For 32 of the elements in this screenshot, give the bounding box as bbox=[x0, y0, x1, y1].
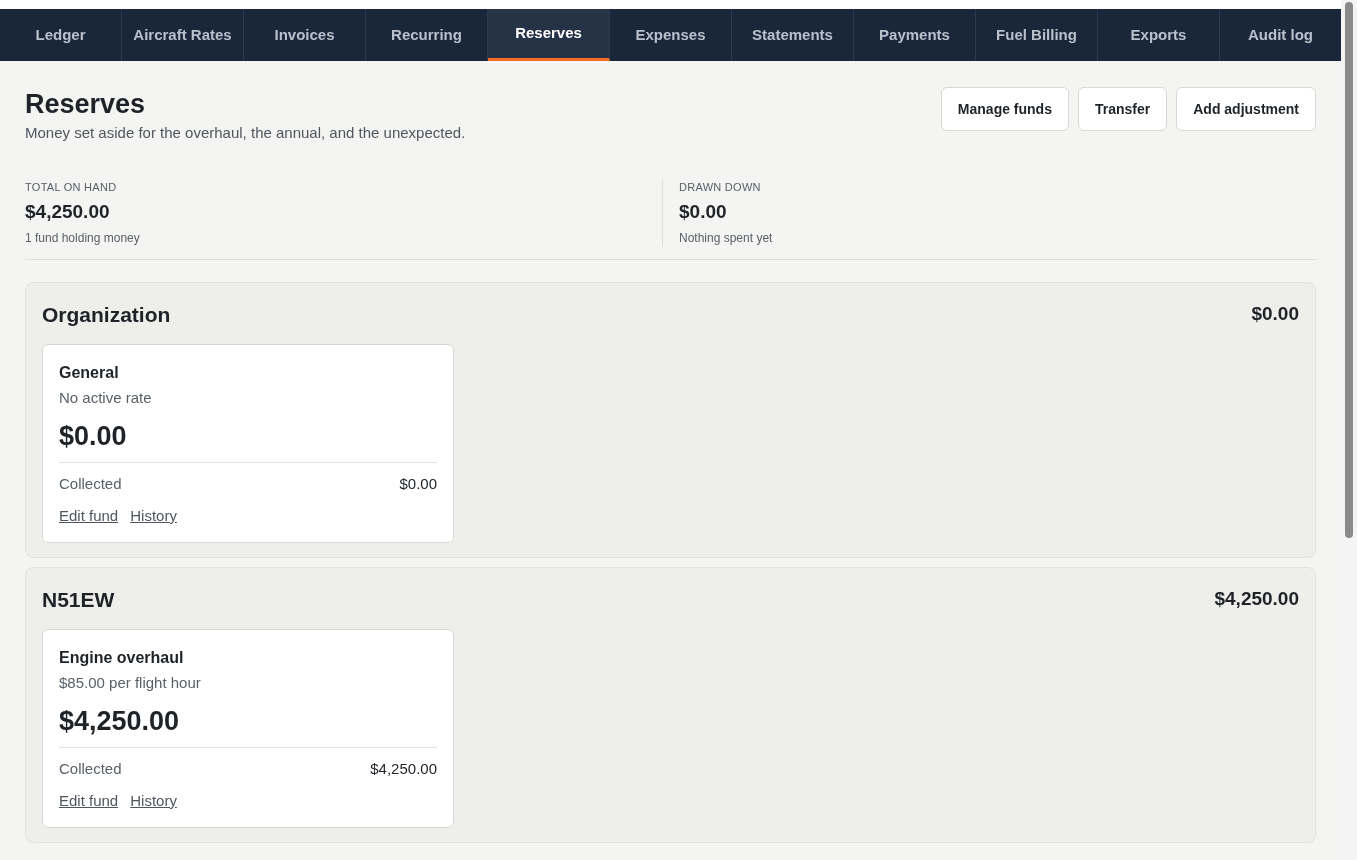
fund-name: General bbox=[59, 363, 120, 383]
fund-link[interactable]: Edit fund bbox=[59, 790, 119, 813]
fund-name: Engine overhaul bbox=[59, 648, 185, 668]
group-total: $0.00 bbox=[1251, 302, 1299, 326]
collected-amount: $4,250.00 bbox=[370, 758, 437, 779]
action-button[interactable]: Transfer bbox=[1077, 87, 1168, 131]
action-button[interactable]: Add adjustment bbox=[1176, 87, 1316, 131]
page-subtitle: Money set aside for the overhaul, the annual, and the unexpected. bbox=[25, 123, 466, 143]
collected-amount: $0.00 bbox=[399, 473, 437, 494]
page-title: Reserves bbox=[25, 88, 147, 121]
fund-rate: No active rate bbox=[59, 388, 153, 408]
group-title: N51EW bbox=[42, 586, 115, 613]
collected-label: Collected bbox=[59, 473, 122, 494]
fund-link[interactable]: History bbox=[130, 790, 177, 813]
stat-value: $0.00 bbox=[679, 200, 727, 224]
action-button[interactable]: Manage funds bbox=[940, 87, 1069, 131]
nav-tab[interactable]: Reserves bbox=[488, 9, 610, 61]
stat-note: Nothing spent yet bbox=[679, 229, 773, 247]
stat-label: DRAWN DOWN bbox=[679, 179, 761, 195]
nav-tab[interactable]: Audit log bbox=[1220, 9, 1341, 61]
scrollbar[interactable] bbox=[1341, 0, 1357, 860]
stat-note: 1 fund holding money bbox=[25, 229, 140, 247]
stat-label: TOTAL ON HAND bbox=[25, 179, 117, 195]
fund-rate: $85.00 per flight hour bbox=[59, 673, 202, 693]
group-total: $4,250.00 bbox=[1214, 587, 1299, 611]
fund-link[interactable]: Edit fund bbox=[59, 505, 119, 528]
fund-link[interactable]: History bbox=[130, 505, 177, 528]
fund-balance: $0.00 bbox=[59, 417, 437, 463]
collected-label: Collected bbox=[59, 758, 122, 779]
group-title: Organization bbox=[42, 301, 171, 328]
fund-balance: $4,250.00 bbox=[59, 702, 437, 748]
stat-value: $4,250.00 bbox=[25, 200, 110, 224]
